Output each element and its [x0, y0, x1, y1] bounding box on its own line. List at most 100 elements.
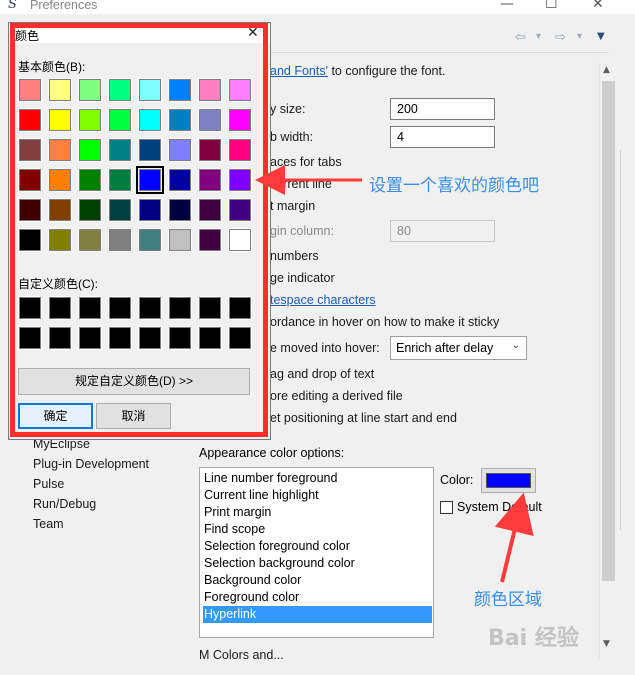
color-swatch[interactable]	[48, 228, 72, 252]
print-margin-column-input[interactable]: 80	[390, 220, 495, 242]
color-swatch[interactable]	[228, 168, 252, 192]
color-swatch[interactable]	[138, 198, 162, 222]
tab-width-input[interactable]: 4	[390, 126, 495, 148]
show-line-numbers-option[interactable]: numbers	[270, 249, 319, 263]
list-item[interactable]: Current line highlight	[203, 487, 432, 504]
color-swatch[interactable]	[228, 296, 252, 320]
list-item[interactable]: Foreground color	[203, 589, 432, 606]
color-swatch[interactable]	[48, 138, 72, 162]
color-swatch[interactable]	[168, 168, 192, 192]
color-swatch[interactable]	[168, 296, 192, 320]
color-swatch[interactable]	[18, 78, 42, 102]
tree-item[interactable]: Pulse	[33, 477, 64, 491]
color-swatch[interactable]	[108, 198, 132, 222]
highlight-current-line-option[interactable]: current line	[270, 177, 332, 191]
color-swatch[interactable]	[48, 198, 72, 222]
color-swatch[interactable]	[48, 78, 72, 102]
color-swatch[interactable]	[108, 296, 132, 320]
show-affordance-option[interactable]: ordance in hover on how to make it stick…	[270, 315, 499, 329]
color-swatch[interactable]	[168, 228, 192, 252]
color-swatch[interactable]	[78, 198, 102, 222]
color-swatch[interactable]	[18, 138, 42, 162]
scrollbar-thumb[interactable]	[602, 81, 615, 581]
color-swatch[interactable]	[228, 138, 252, 162]
view-menu-icon[interactable]: ▼	[597, 31, 605, 42]
color-swatch[interactable]	[228, 326, 252, 350]
color-swatch[interactable]	[138, 296, 162, 320]
color-swatch[interactable]	[78, 108, 102, 132]
list-item[interactable]: Find scope	[203, 521, 432, 538]
minimize-button[interactable]: —	[500, 0, 514, 12]
color-swatch[interactable]	[138, 326, 162, 350]
list-item[interactable]: Selection foreground color	[203, 538, 432, 555]
color-swatch[interactable]	[18, 108, 42, 132]
forward-arrow-icon[interactable]: ⇨	[555, 30, 566, 45]
whitespace-characters-link[interactable]: tespace characters	[270, 293, 376, 307]
color-swatch[interactable]	[108, 138, 132, 162]
appearance-color-list[interactable]: Line number foreground Current line high…	[199, 467, 434, 638]
color-swatch[interactable]	[48, 108, 72, 132]
color-swatch[interactable]	[198, 108, 222, 132]
vertical-scrollbar[interactable]: ▲ ▼	[599, 63, 616, 658]
color-swatch[interactable]	[18, 198, 42, 222]
color-swatch[interactable]	[78, 168, 102, 192]
color-swatch[interactable]	[138, 108, 162, 132]
color-swatch[interactable]	[198, 326, 222, 350]
color-swatch[interactable]	[18, 326, 42, 350]
color-swatch[interactable]	[138, 138, 162, 162]
color-swatch[interactable]	[198, 198, 222, 222]
scroll-up-icon[interactable]: ▲	[603, 65, 610, 75]
color-swatch[interactable]	[168, 78, 192, 102]
dialog-close-icon[interactable]: ✕	[247, 25, 259, 41]
close-window-button[interactable]: ✕	[592, 0, 604, 12]
list-item[interactable]: Hyperlink	[203, 606, 432, 623]
tree-item[interactable]: Plug-in Development	[33, 457, 149, 471]
cancel-button[interactable]: 取消	[96, 403, 171, 429]
color-swatch[interactable]	[198, 78, 222, 102]
color-swatch[interactable]	[78, 78, 102, 102]
color-swatch[interactable]	[168, 326, 192, 350]
color-swatch[interactable]	[198, 138, 222, 162]
color-swatch[interactable]	[108, 108, 132, 132]
color-swatch[interactable]	[168, 198, 192, 222]
smart-caret-option[interactable]: et positioning at line start and end	[270, 411, 457, 425]
color-swatch[interactable]	[18, 228, 42, 252]
color-swatch[interactable]	[78, 326, 102, 350]
color-swatch[interactable]	[18, 296, 42, 320]
color-swatch[interactable]	[78, 296, 102, 320]
tree-item[interactable]: Run/Debug	[33, 497, 96, 511]
insert-spaces-option[interactable]: aces for tabs	[270, 155, 342, 169]
color-swatch[interactable]	[48, 168, 72, 192]
list-item[interactable]: Print margin	[203, 504, 432, 521]
color-swatch[interactable]	[108, 326, 132, 350]
color-swatch[interactable]	[138, 78, 162, 102]
list-item[interactable]: Selection background color	[203, 555, 432, 572]
color-swatch[interactable]	[78, 138, 102, 162]
colors-fonts-link[interactable]: and Fonts'	[270, 64, 328, 78]
back-arrow-icon[interactable]: ⇦	[515, 30, 526, 45]
hover-mode-select[interactable]: Enrich after delay ⌄	[390, 336, 527, 360]
color-swatch[interactable]	[18, 168, 42, 192]
undo-history-input[interactable]: 200	[390, 98, 495, 120]
color-swatch[interactable]	[168, 138, 192, 162]
show-print-margin-option[interactable]: t margin	[270, 199, 315, 213]
ok-button[interactable]: 确定	[18, 403, 93, 429]
show-range-indicator-option[interactable]: ge indicator	[270, 271, 335, 285]
color-swatch[interactable]	[108, 168, 132, 192]
maximize-button[interactable]: ☐	[545, 0, 558, 12]
color-swatch[interactable]	[138, 228, 162, 252]
color-swatch[interactable]	[168, 108, 192, 132]
scroll-down-icon[interactable]: ▼	[603, 639, 610, 649]
color-swatch[interactable]	[228, 78, 252, 102]
define-custom-colors-button[interactable]: 规定自定义颜色(D) >>	[18, 368, 250, 395]
color-swatch[interactable]	[198, 168, 222, 192]
color-swatch[interactable]	[198, 228, 222, 252]
color-swatch[interactable]	[136, 166, 164, 194]
system-default-checkbox[interactable]	[440, 501, 453, 514]
color-swatch[interactable]	[48, 326, 72, 350]
color-swatch[interactable]	[108, 228, 132, 252]
color-swatch[interactable]	[228, 108, 252, 132]
tree-item[interactable]: Team	[33, 517, 64, 531]
forward-menu-icon[interactable]: ▾	[577, 31, 582, 42]
drag-drop-option[interactable]: ag and drop of text	[270, 367, 374, 381]
